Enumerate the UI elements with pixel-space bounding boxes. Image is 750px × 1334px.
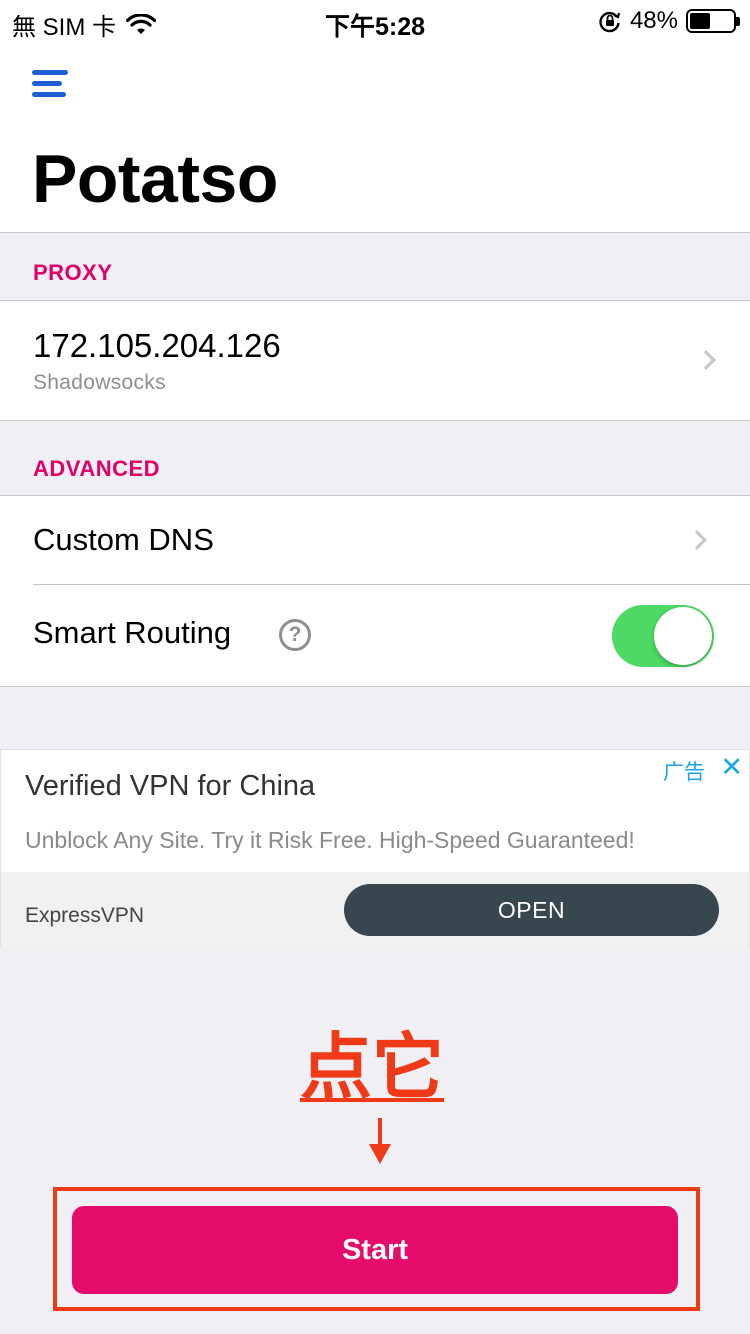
proxy-group: 172.105.204.126 Shadowsocks [0, 300, 750, 421]
start-button[interactable]: Start [72, 1206, 678, 1294]
custom-dns-row[interactable]: Custom DNS [0, 496, 750, 585]
proxy-address: 172.105.204.126 [33, 327, 281, 364]
battery-percent: 48% [629, 7, 678, 34]
smart-routing-toggle[interactable] [612, 605, 714, 667]
smart-routing-row: Smart Routing ? [0, 585, 750, 686]
arrow-down-icon [369, 1118, 391, 1164]
status-bar: 無 SIM 卡 下午5:28 48% [0, 0, 750, 41]
ad-title: Verified VPN for China [25, 770, 316, 802]
proxy-row[interactable]: 172.105.204.126 Shadowsocks [0, 301, 750, 420]
battery-level [690, 13, 711, 29]
orientation-lock-icon [599, 11, 621, 33]
annotation-text: 点它 [300, 1025, 445, 1109]
navigation-header: Potatso [0, 40, 750, 233]
chevron-right-icon [696, 350, 716, 370]
proxy-section-header: PROXY [33, 260, 113, 285]
advanced-section-header: ADVANCED [33, 456, 161, 481]
chevron-right-icon [687, 530, 707, 550]
ad-label: 广告 [663, 760, 705, 784]
help-icon[interactable]: ? [279, 619, 311, 651]
ad-open-button[interactable]: OPEN [344, 884, 719, 936]
battery-icon [686, 9, 740, 33]
smart-routing-label: Smart Routing [33, 615, 232, 650]
ad-description: Unblock Any Site. Try it Risk Free. High… [25, 827, 635, 853]
ad-footer: ExpressVPN OPEN [1, 872, 749, 948]
battery-group: 48% [598, 7, 740, 35]
hamburger-menu-icon[interactable] [32, 70, 68, 98]
page-title: Potatso [32, 141, 278, 217]
toggle-knob [654, 607, 712, 665]
advanced-group: Custom DNS Smart Routing ? [0, 495, 750, 687]
ad-banner[interactable]: Verified VPN for China 广告 ✕ Unblock Any … [0, 749, 750, 948]
close-icon[interactable]: ✕ [720, 752, 743, 783]
ad-brand: ExpressVPN [25, 904, 145, 927]
custom-dns-label: Custom DNS [33, 522, 214, 557]
proxy-type: Shadowsocks [33, 371, 166, 394]
